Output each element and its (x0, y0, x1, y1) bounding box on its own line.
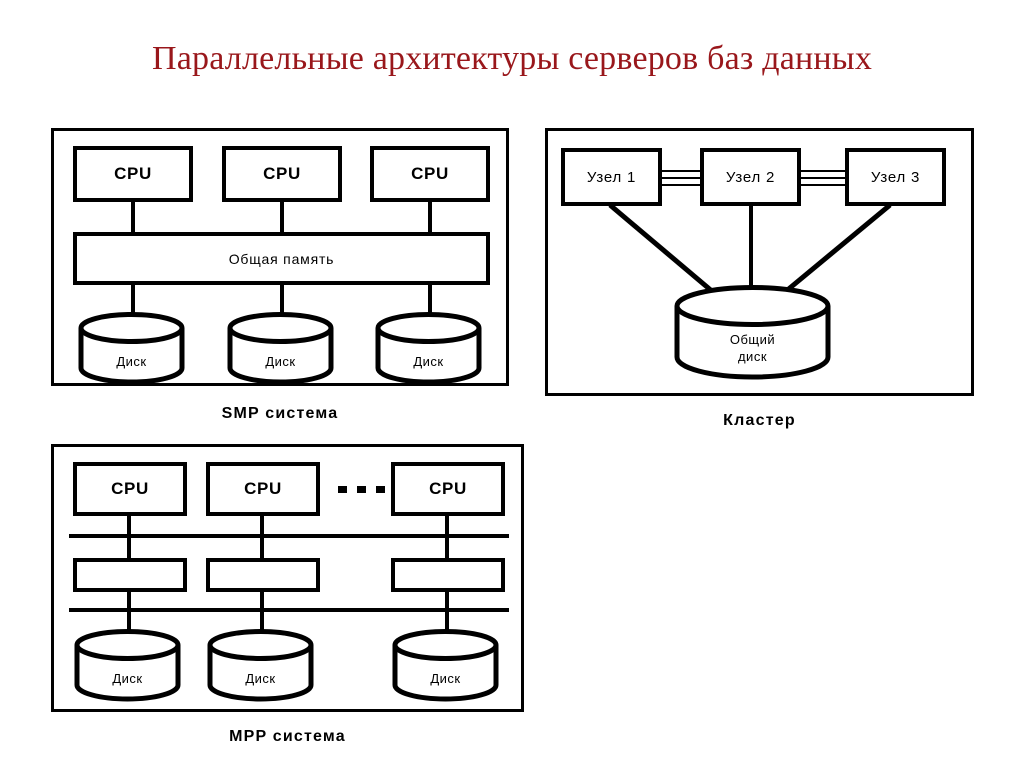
cluster-connector-node2-disk (749, 204, 753, 294)
mpp-memory-box-3[interactable] (391, 558, 505, 592)
mpp-lower-bus-line (69, 608, 509, 612)
mpp-cpu-label-1: CPU (111, 479, 149, 498)
smp-cpu-box-3[interactable]: CPU (370, 146, 490, 202)
mpp-caption: MPP система (229, 728, 346, 745)
page-title: Параллельные архитектуры серверов баз да… (151, 40, 873, 77)
mpp-cpu-label-3: CPU (429, 479, 467, 498)
smp-cpu-label-3: CPU (411, 164, 449, 183)
smp-cpu-label-2: CPU (263, 164, 301, 183)
mpp-memory-box-2[interactable] (206, 558, 320, 592)
mpp-cpu-box-1[interactable]: CPU (73, 462, 187, 516)
cluster-node-label-3: Узел 3 (870, 168, 921, 186)
smp-cpu-box-1[interactable]: CPU (73, 146, 193, 202)
smp-connector-cpu3-memory (428, 200, 432, 234)
cluster-connector-node3-disk (783, 203, 892, 294)
cluster-interconnect-1-2-line-c (662, 184, 700, 186)
mpp-ellipsis-dot-1 (338, 486, 347, 493)
smp-connector-cpu1-memory (131, 200, 135, 234)
cluster-interconnect-2-3-line-c (801, 184, 845, 186)
mpp-connector-bus-memory2 (260, 534, 264, 560)
mpp-connector-bus-memory1 (127, 534, 131, 560)
mpp-cpu-box-2[interactable]: CPU (206, 462, 320, 516)
mpp-ellipsis-dot-3 (376, 486, 385, 493)
mpp-memory-box-1[interactable] (73, 558, 187, 592)
cluster-node-label-2: Узел 2 (725, 168, 776, 186)
smp-disk-3[interactable]: Диск (375, 312, 482, 385)
cluster-shared-disk[interactable]: Общий диск (674, 285, 831, 380)
smp-connector-cpu2-memory (280, 200, 284, 234)
mpp-cpu-label-2: CPU (244, 479, 282, 498)
mpp-connector-bus-memory3 (445, 534, 449, 560)
smp-disk-2[interactable]: Диск (227, 312, 334, 385)
cluster-interconnect-2-3-line-a (801, 170, 845, 172)
smp-shared-memory-box[interactable]: Общая память (73, 232, 490, 285)
mpp-disk-3[interactable]: Диск (392, 629, 499, 702)
cluster-node-box-2[interactable]: Узел 2 (700, 148, 801, 206)
mpp-ellipsis-dot-2 (357, 486, 366, 493)
mpp-disk-1[interactable]: Диск (74, 629, 181, 702)
smp-caption: SMP система (221, 405, 339, 422)
cluster-interconnect-2-3-line-b (801, 177, 845, 179)
mpp-upper-bus-line (69, 534, 509, 538)
cluster-node-box-1[interactable]: Узел 1 (561, 148, 662, 206)
cluster-interconnect-1-2-line-b (662, 177, 700, 179)
smp-shared-memory-label: Общая память (228, 250, 335, 267)
smp-cpu-label-1: CPU (114, 164, 152, 183)
cluster-node-box-3[interactable]: Узел 3 (845, 148, 946, 206)
cluster-interconnect-1-2-line-a (662, 170, 700, 172)
mpp-cpu-box-3[interactable]: CPU (391, 462, 505, 516)
cluster-connector-node1-disk (608, 203, 715, 294)
cluster-node-label-1: Узел 1 (586, 168, 637, 186)
mpp-disk-2[interactable]: Диск (207, 629, 314, 702)
cluster-caption: Кластер (723, 412, 796, 429)
smp-cpu-box-2[interactable]: CPU (222, 146, 342, 202)
smp-disk-1[interactable]: Диск (78, 312, 185, 385)
